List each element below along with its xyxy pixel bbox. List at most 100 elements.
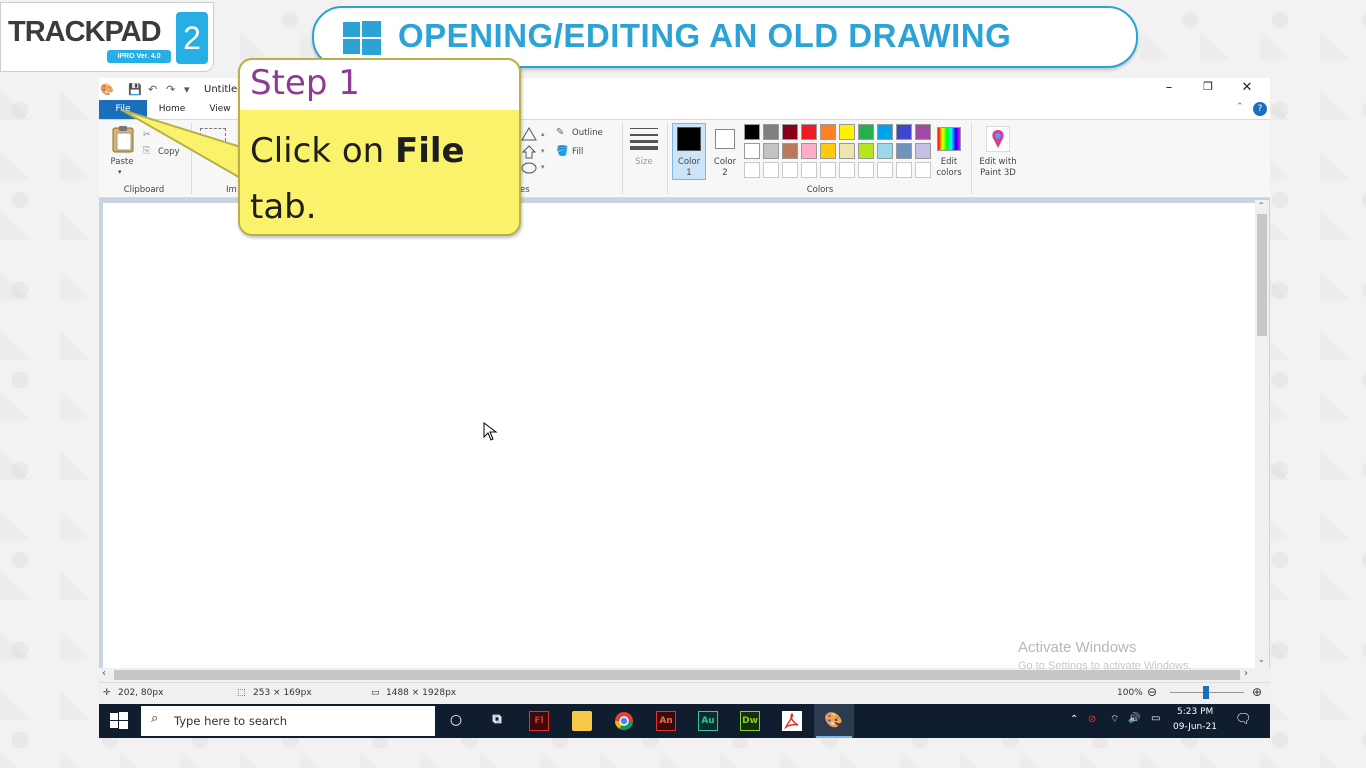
edit-colors-icon[interactable] bbox=[937, 127, 961, 151]
zoom-out-icon[interactable]: ⊖ bbox=[1147, 685, 1157, 699]
drawing-canvas[interactable] bbox=[103, 203, 1255, 668]
paint-taskbar-icon[interactable]: 🎨 bbox=[824, 711, 843, 729]
color-swatch[interactable] bbox=[877, 124, 893, 140]
empty-color-swatch[interactable] bbox=[744, 162, 760, 178]
color-swatch[interactable] bbox=[782, 143, 798, 159]
color-swatch[interactable] bbox=[858, 124, 874, 140]
minimize-button[interactable]: – bbox=[1159, 80, 1179, 95]
shapes-scroll-up-icon[interactable]: ▴ bbox=[541, 130, 545, 138]
empty-color-swatch[interactable] bbox=[801, 162, 817, 178]
animate-app-icon[interactable]: An bbox=[656, 711, 676, 731]
network-warning-icon[interactable]: ⊘ bbox=[1088, 714, 1096, 725]
color-swatch[interactable] bbox=[801, 124, 817, 140]
file-explorer-icon[interactable] bbox=[572, 711, 592, 731]
task-view-icon[interactable]: ⧉ bbox=[487, 711, 507, 731]
callout-text-after: tab. bbox=[250, 187, 317, 227]
empty-color-swatch[interactable] bbox=[763, 162, 779, 178]
zoom-slider-thumb[interactable] bbox=[1203, 686, 1209, 699]
notifications-icon[interactable]: 🗨 bbox=[1235, 712, 1252, 727]
empty-color-swatch[interactable] bbox=[858, 162, 874, 178]
fill-label[interactable]: Fill bbox=[572, 147, 583, 157]
color1-number: 1 bbox=[686, 168, 692, 178]
color-swatch[interactable] bbox=[915, 143, 931, 159]
color-swatch[interactable] bbox=[820, 124, 836, 140]
activate-windows-watermark: Activate Windows bbox=[1018, 639, 1137, 656]
color-swatch[interactable] bbox=[744, 124, 760, 140]
clock-date[interactable]: 09-Jun-21 bbox=[1173, 722, 1217, 732]
close-button[interactable]: ✕ bbox=[1237, 80, 1257, 95]
callout-instruction: Click on File tab. bbox=[250, 123, 512, 235]
shapes-icon[interactable] bbox=[520, 126, 538, 174]
clock-time[interactable]: 5:23 PM bbox=[1177, 707, 1213, 717]
shapes-more-icon[interactable]: ▾ bbox=[541, 163, 545, 171]
start-windows-icon[interactable] bbox=[110, 712, 128, 730]
callout-text-before: Click on bbox=[250, 131, 395, 171]
color2-swatch[interactable] bbox=[715, 129, 735, 149]
color-swatch[interactable] bbox=[858, 143, 874, 159]
shapes-scroll-down-icon[interactable]: ▾ bbox=[541, 147, 545, 155]
vertical-scroll-thumb[interactable] bbox=[1257, 214, 1267, 336]
edit-with-paint3d-label[interactable]: Edit with Paint 3D bbox=[975, 157, 1021, 179]
wifi-icon[interactable]: ⌔ bbox=[1110, 713, 1119, 726]
restore-button[interactable]: ❐ bbox=[1198, 80, 1218, 93]
outline-icon[interactable]: ✎ bbox=[556, 127, 564, 138]
scroll-down-icon[interactable]: ⌄ bbox=[1258, 655, 1265, 664]
empty-color-swatch[interactable] bbox=[915, 162, 931, 178]
volume-icon[interactable]: 🔊 bbox=[1128, 713, 1140, 724]
empty-color-swatch[interactable] bbox=[896, 162, 912, 178]
flash-app-icon[interactable]: Fl bbox=[529, 711, 549, 731]
shapes-group-label: es bbox=[520, 185, 530, 195]
empty-color-swatch[interactable] bbox=[877, 162, 893, 178]
active-app-indicator bbox=[816, 736, 852, 738]
collapse-ribbon-icon[interactable]: ⌃ bbox=[1236, 102, 1244, 112]
customize-toolbar-icon[interactable]: ▾ bbox=[184, 83, 190, 96]
empty-color-swatch[interactable] bbox=[820, 162, 836, 178]
color-swatch[interactable] bbox=[820, 143, 836, 159]
redo-icon[interactable]: ↷ bbox=[166, 83, 175, 96]
battery-icon[interactable]: ▭ bbox=[1151, 713, 1160, 724]
save-icon[interactable]: 💾 bbox=[128, 83, 142, 96]
ribbon-separator bbox=[667, 122, 668, 194]
size-icon[interactable] bbox=[630, 126, 658, 150]
color-swatch[interactable] bbox=[801, 143, 817, 159]
color-swatch[interactable] bbox=[839, 124, 855, 140]
paint3d-icon[interactable] bbox=[986, 126, 1010, 152]
acrobat-icon[interactable] bbox=[782, 711, 802, 731]
empty-color-swatch[interactable] bbox=[839, 162, 855, 178]
fill-icon[interactable]: 🪣 bbox=[556, 146, 568, 157]
logo-text: TRACKPAD bbox=[8, 16, 162, 48]
color-swatch[interactable] bbox=[915, 124, 931, 140]
color-swatch[interactable] bbox=[896, 143, 912, 159]
search-icon: ⌕ bbox=[151, 711, 159, 726]
selection-size: 253 × 169px bbox=[253, 688, 312, 698]
size-label[interactable]: Size bbox=[630, 157, 658, 167]
scroll-right-icon[interactable]: › bbox=[1244, 668, 1248, 679]
audition-app-icon[interactable]: Au bbox=[698, 711, 718, 731]
undo-icon[interactable]: ↶ bbox=[148, 83, 157, 96]
color-swatch[interactable] bbox=[896, 124, 912, 140]
color-swatch[interactable] bbox=[763, 143, 779, 159]
cortana-icon[interactable]: ○ bbox=[446, 711, 466, 731]
help-icon[interactable]: ? bbox=[1253, 102, 1267, 116]
color-swatch[interactable] bbox=[782, 124, 798, 140]
search-placeholder: Type here to search bbox=[174, 714, 288, 728]
color-swatch[interactable] bbox=[763, 124, 779, 140]
colors-group-label: Colors bbox=[806, 185, 834, 195]
tray-overflow-icon[interactable]: ⌃ bbox=[1070, 714, 1078, 725]
logo-version-badge: iPRO Ver. 4.0 bbox=[107, 50, 171, 63]
empty-color-swatch[interactable] bbox=[782, 162, 798, 178]
callout-pointer bbox=[121, 109, 245, 182]
dreamweaver-app-icon[interactable]: Dw bbox=[740, 711, 760, 731]
edit-colors-label[interactable]: Edit colors bbox=[932, 157, 966, 179]
zoom-in-icon[interactable]: ⊕ bbox=[1252, 685, 1262, 699]
outline-label[interactable]: Outline bbox=[572, 128, 603, 138]
cursor-position: 202, 80px bbox=[118, 688, 164, 698]
scroll-left-icon[interactable]: ‹ bbox=[102, 668, 106, 679]
color-swatch[interactable] bbox=[839, 143, 855, 159]
color-swatch[interactable] bbox=[877, 143, 893, 159]
callout-text-bold: File bbox=[394, 131, 465, 171]
chrome-icon[interactable] bbox=[614, 711, 634, 731]
color2-label[interactable]: Color bbox=[708, 157, 742, 167]
scroll-up-icon[interactable]: ⌃ bbox=[1258, 201, 1265, 210]
color-swatch[interactable] bbox=[744, 143, 760, 159]
